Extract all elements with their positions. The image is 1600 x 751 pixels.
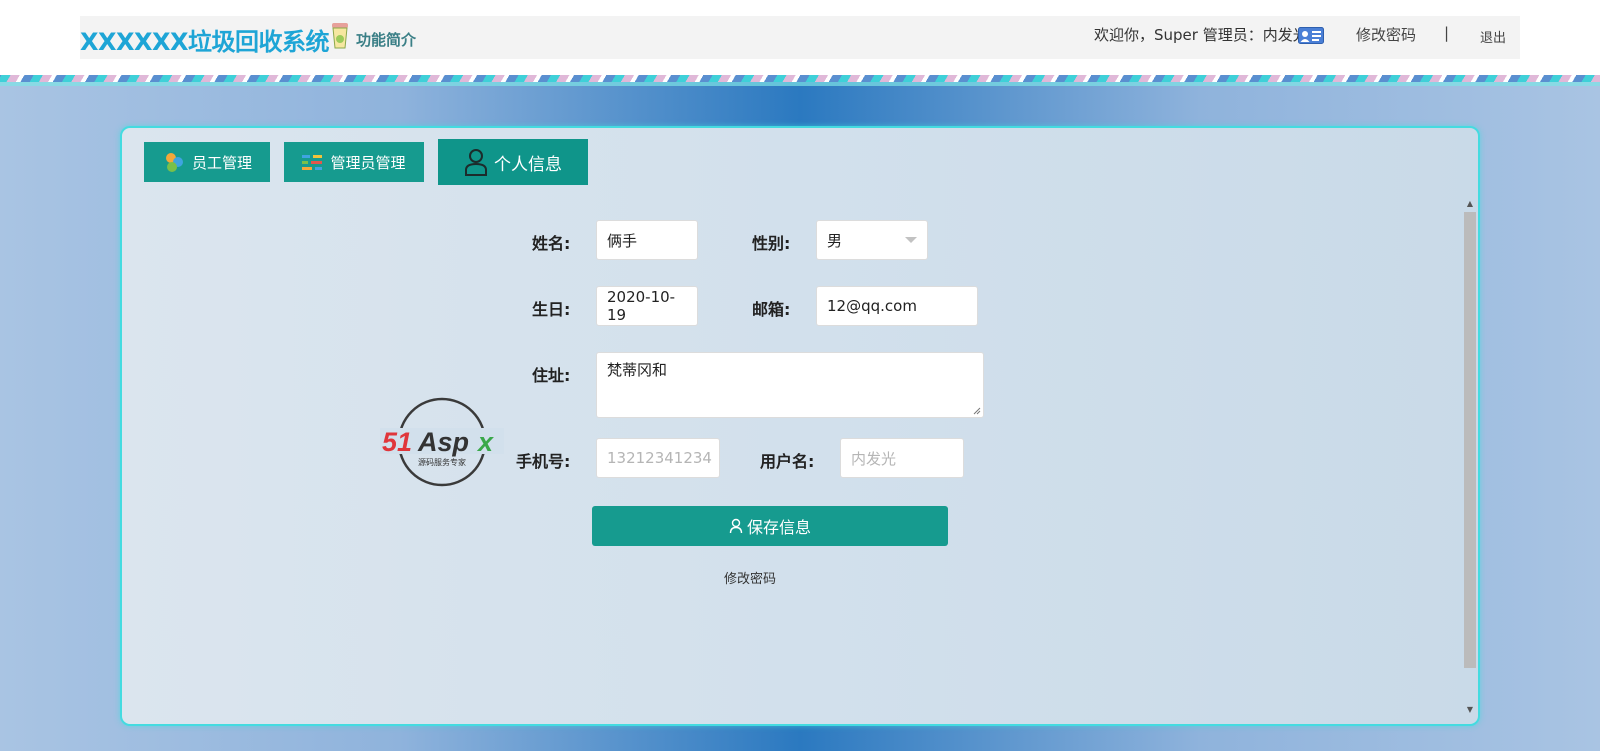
- form-change-password-link[interactable]: 修改密码: [724, 568, 776, 587]
- svg-text:x: x: [476, 427, 494, 457]
- username-label: 用户名:: [760, 452, 815, 471]
- features-link[interactable]: 功能简介: [356, 29, 416, 50]
- address-label: 住址:: [532, 366, 571, 385]
- tab-staff-label: 员工管理: [191, 153, 252, 172]
- people-icon: [165, 153, 183, 172]
- chevron-down-icon: [905, 237, 917, 243]
- user-icon: [465, 149, 487, 176]
- birthday-label: 生日:: [532, 300, 571, 319]
- header-bar: XXXXXX垃圾回收系统 功能简介 欢迎你，Super 管理员：内发光 修改密码…: [80, 16, 1520, 59]
- decorative-stripe: [0, 75, 1600, 82]
- vertical-scrollbar[interactable]: ▲ ▼: [1464, 198, 1476, 716]
- watermark-tagline: 源码服务专家: [418, 457, 466, 467]
- logout-link[interactable]: 退出: [1480, 27, 1506, 46]
- email-label: 邮箱:: [752, 300, 791, 319]
- recycle-cup-icon: [332, 23, 348, 49]
- save-info-button[interactable]: 保存信息: [592, 506, 948, 546]
- header-separator: |: [1444, 24, 1450, 42]
- email-input[interactable]: 12@qq.com: [816, 286, 978, 326]
- tab-admin-label: 管理员管理: [330, 153, 406, 172]
- resize-handle-icon[interactable]: [973, 407, 981, 415]
- scroll-thumb[interactable]: [1464, 212, 1476, 668]
- admin-icon: [302, 155, 323, 170]
- scroll-down-arrow-icon[interactable]: ▼: [1464, 704, 1476, 716]
- tab-admin-management[interactable]: 管理员管理: [284, 142, 424, 182]
- tab-profile-label: 个人信息: [494, 154, 562, 175]
- gender-label: 性别:: [752, 234, 791, 253]
- user-icon: [729, 518, 743, 534]
- name-input[interactable]: 俩手: [596, 220, 698, 260]
- tab-personal-info[interactable]: 个人信息: [438, 139, 588, 185]
- header-change-password-link[interactable]: 修改密码: [1356, 24, 1416, 45]
- tab-staff-management[interactable]: 员工管理: [144, 142, 270, 182]
- username-input[interactable]: 内发光: [840, 438, 964, 478]
- scroll-up-arrow-icon[interactable]: ▲: [1464, 198, 1476, 210]
- gender-value: 男: [827, 231, 843, 250]
- watermark-logo: 51 Asp x 源码服务专家: [380, 397, 504, 487]
- watermark-brand: 51: [382, 427, 412, 457]
- save-button-label: 保存信息: [746, 518, 811, 537]
- address-textarea[interactable]: 梵蒂冈和: [596, 352, 984, 418]
- birthday-input[interactable]: 2020-10-19: [596, 286, 698, 326]
- address-value: 梵蒂冈和: [607, 361, 668, 379]
- welcome-text: 欢迎你，Super 管理员：内发光: [1094, 26, 1308, 44]
- main-panel: 员工管理 管理员管理 个人信息 ▲ ▼ 姓名: 俩手 性别: 男 生日: 202…: [120, 126, 1480, 726]
- svg-text:Asp: Asp: [417, 427, 469, 457]
- phone-label: 手机号:: [516, 452, 571, 471]
- name-label: 姓名:: [532, 234, 571, 253]
- gender-select[interactable]: 男: [816, 220, 928, 260]
- id-card-icon[interactable]: [1298, 27, 1324, 44]
- phone-input[interactable]: 13212341234: [596, 438, 720, 478]
- app-title: XXXXXX垃圾回收系统: [80, 28, 330, 56]
- decorative-stripe-glow: [0, 82, 1600, 86]
